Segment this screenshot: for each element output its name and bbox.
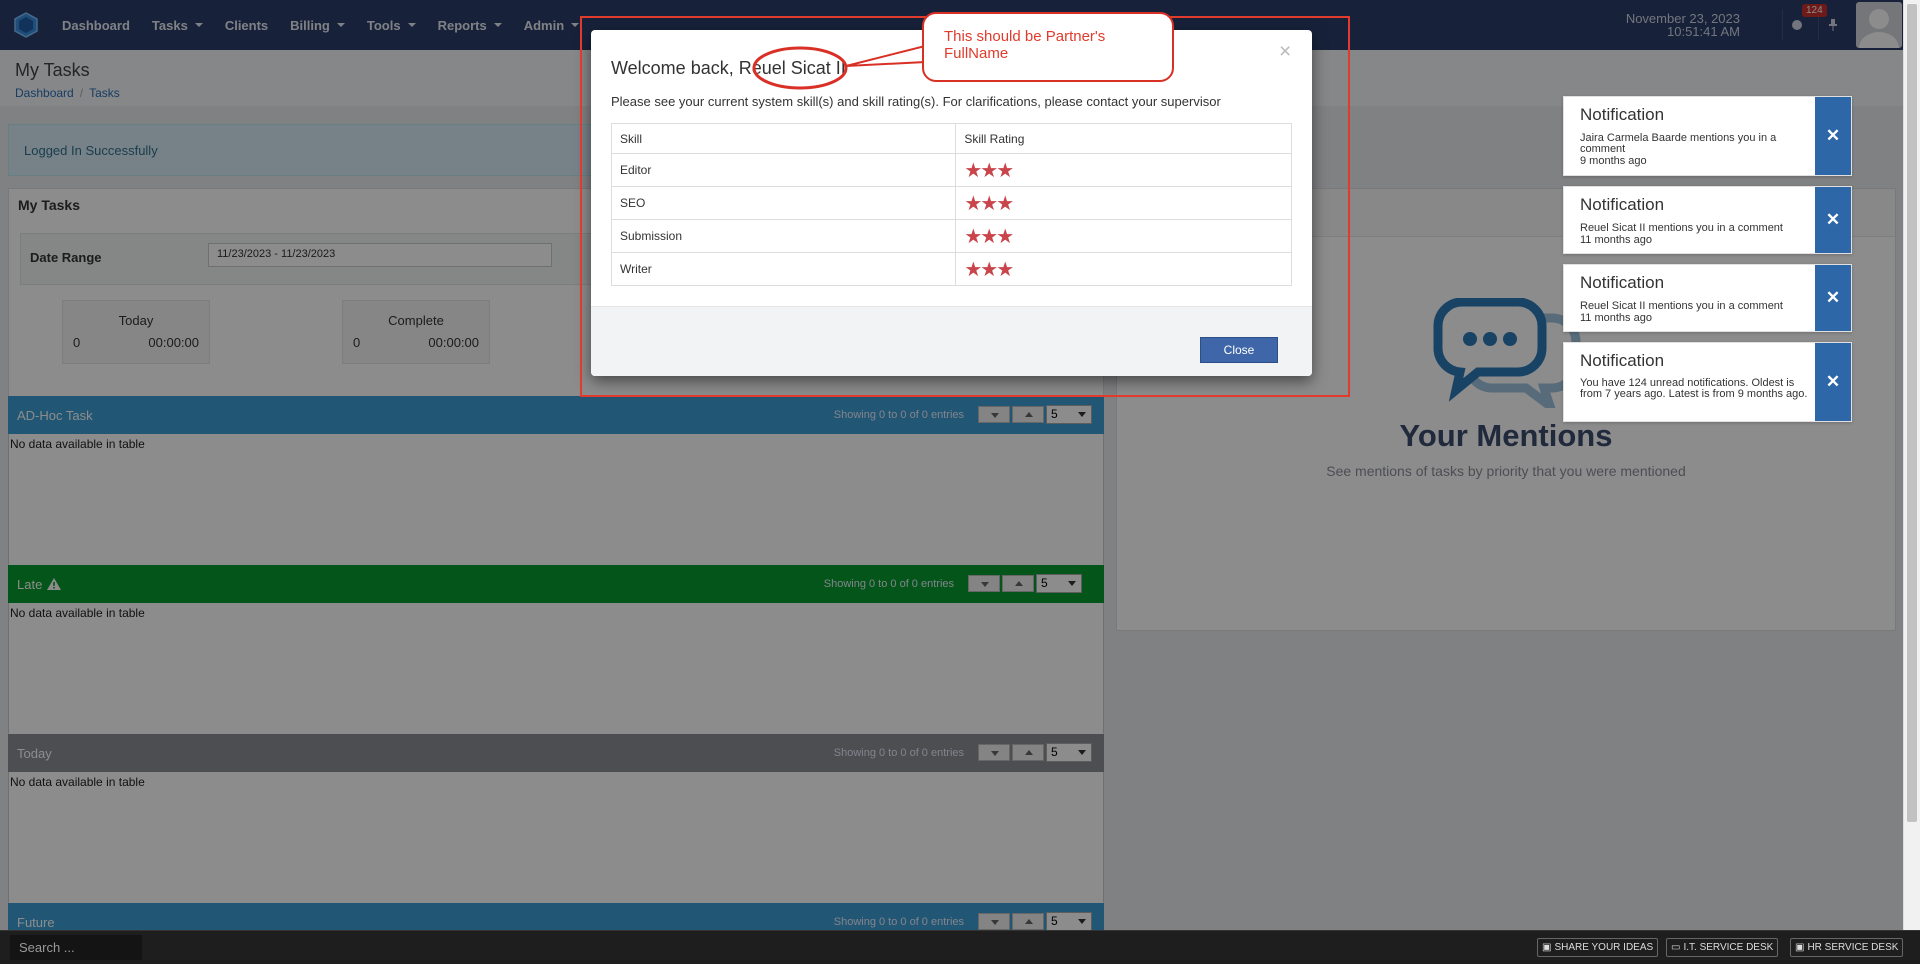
- scrollbar-thumb[interactable]: [1907, 4, 1917, 822]
- annotation-callout: This should be Partner's FullName: [922, 12, 1174, 82]
- page-scrollbar[interactable]: [1903, 0, 1920, 930]
- notification-body: You have 124 unread notifications. Oldes…: [1580, 377, 1808, 400]
- close-icon[interactable]: ✕: [1815, 343, 1851, 421]
- notification-toast[interactable]: Notification Reuel Sicat II mentions you…: [1563, 186, 1852, 254]
- hr-service-desk-button[interactable]: ▣ HR SERVICE DESK: [1790, 938, 1904, 957]
- notification-body: Reuel Sicat II mentions you in a comment: [1580, 222, 1783, 234]
- it-service-desk-button[interactable]: ▭ I.T. SERVICE DESK: [1666, 938, 1779, 957]
- notification-toast[interactable]: Notification You have 124 unread notific…: [1563, 342, 1852, 422]
- share-ideas-button[interactable]: ▣ SHARE YOUR IDEAS: [1537, 938, 1659, 957]
- people-icon: ▣: [1795, 942, 1805, 953]
- button-label: SHARE YOUR IDEAS: [1554, 942, 1654, 953]
- footer-bar: Search ... ▣ SHARE YOUR IDEAS ▭ I.T. SERVI…: [0, 930, 1920, 964]
- notification-title: Notification: [1580, 105, 1665, 124]
- notification-time: 11 months ago: [1580, 312, 1652, 324]
- monitor-icon: ▭: [1671, 942, 1681, 953]
- lightbulb-icon: ▣: [1542, 942, 1552, 953]
- notification-toast[interactable]: Notification Jaira Carmela Baarde mentio…: [1563, 96, 1852, 176]
- button-label: I.T. SERVICE DESK: [1683, 942, 1774, 953]
- notification-time: 11 months ago: [1580, 234, 1652, 246]
- notification-time: 9 months ago: [1580, 155, 1647, 167]
- button-label: HR SERVICE DESK: [1807, 942, 1899, 953]
- notification-title: Notification: [1580, 195, 1665, 214]
- notification-body: Reuel Sicat II mentions you in a comment: [1580, 300, 1783, 312]
- search-input[interactable]: Search ...: [10, 935, 142, 960]
- notification-title: Notification: [1580, 351, 1665, 370]
- notification-title: Notification: [1580, 273, 1665, 292]
- notification-body: Jaira Carmela Baarde mentions you in a c…: [1580, 132, 1777, 155]
- annotation-callout-icon: [752, 44, 926, 90]
- close-icon[interactable]: ✕: [1815, 265, 1851, 331]
- close-icon[interactable]: ✕: [1815, 97, 1851, 175]
- notification-toast[interactable]: Notification Reuel Sicat II mentions you…: [1563, 264, 1852, 332]
- close-icon[interactable]: ✕: [1815, 187, 1851, 253]
